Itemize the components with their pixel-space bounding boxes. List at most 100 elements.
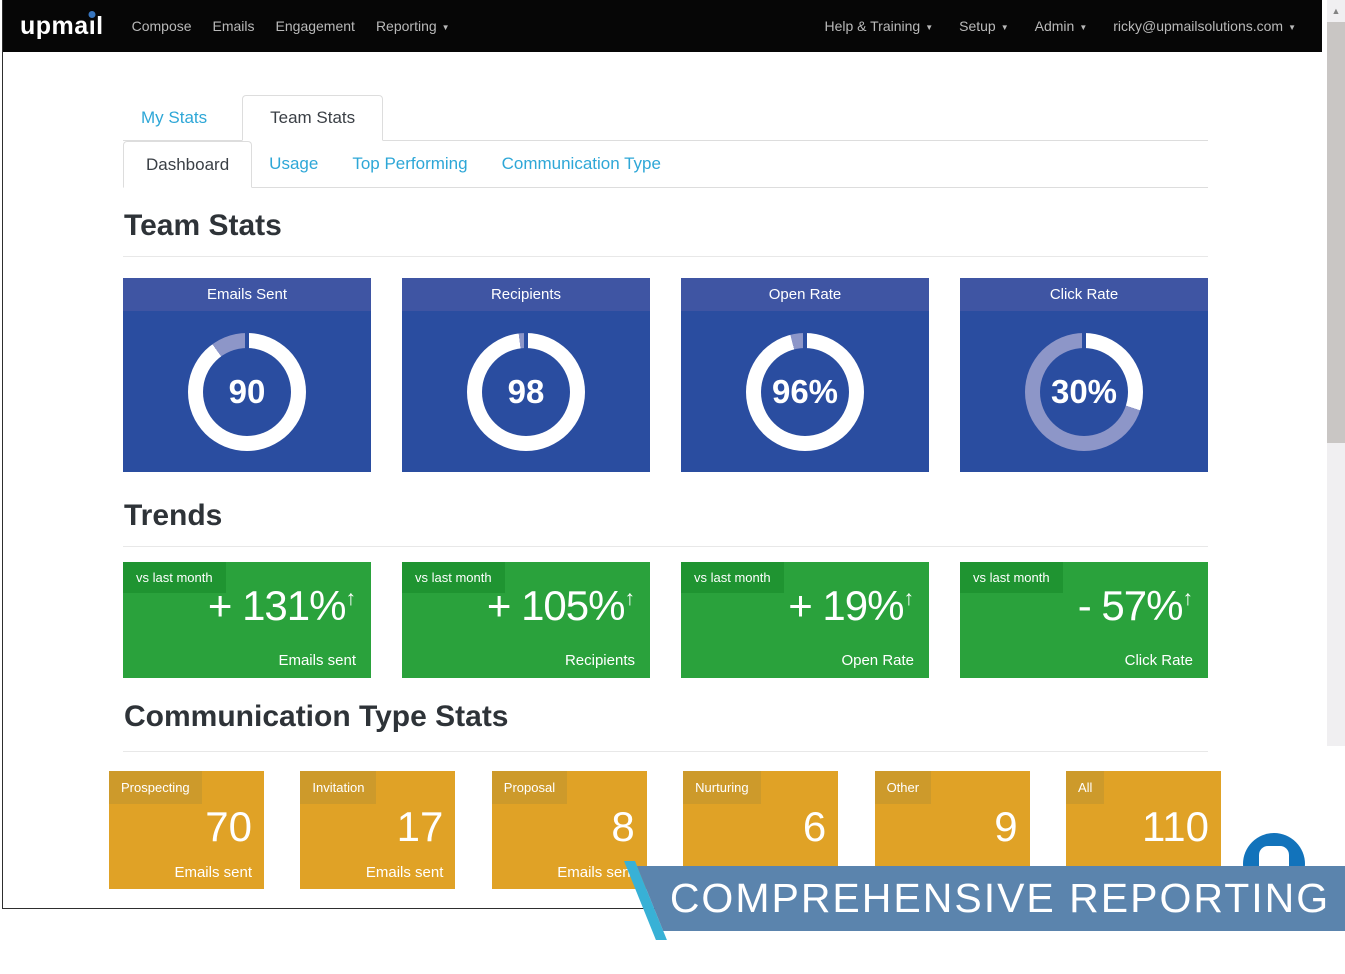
nav-engagement[interactable]: Engagement xyxy=(276,18,355,34)
comm-value: 70 xyxy=(205,803,252,851)
nav-admin-label: Admin xyxy=(1035,18,1075,34)
comm-caption: Emails sent xyxy=(174,864,252,881)
caret-down-icon: ▼ xyxy=(442,23,450,32)
donut-wrap: 30% xyxy=(960,311,1208,472)
caret-down-icon: ▼ xyxy=(1001,23,1009,32)
up-arrow-icon: ↑ xyxy=(346,587,357,610)
stat-card-emails-sent: Emails Sent 90 xyxy=(123,278,371,472)
comm-chip: Invitation xyxy=(300,771,376,804)
app-window: upmaıl Compose Emails Engagement Reporti… xyxy=(2,0,1322,909)
trend-value: + 19%↑ xyxy=(788,582,914,630)
scrollbar-up-arrow-icon[interactable]: ▲ xyxy=(1327,3,1345,19)
donut-wrap: 90 xyxy=(123,311,371,472)
stat-value: 90 xyxy=(188,333,306,451)
primary-tabs: My Stats Team Stats xyxy=(123,95,1208,141)
divider xyxy=(123,546,1208,547)
comm-card-prospecting: Prospecting 70 Emails sent xyxy=(109,771,264,889)
donut-chart: 90 xyxy=(188,333,306,451)
comm-chip: Nurturing xyxy=(683,771,760,804)
donut-chart: 98 xyxy=(467,333,585,451)
trend-value: - 57%↑ xyxy=(1078,582,1193,630)
donut-wrap: 96% xyxy=(681,311,929,472)
trend-label: Emails sent xyxy=(278,652,356,669)
nav-admin[interactable]: Admin ▼ xyxy=(1035,18,1088,34)
nav-compose[interactable]: Compose xyxy=(132,18,192,34)
comm-value: 17 xyxy=(397,803,444,851)
trend-number: + 131% xyxy=(208,582,346,629)
caret-down-icon: ▼ xyxy=(925,23,933,32)
comm-value: 110 xyxy=(1142,803,1209,851)
nav-user-email-label: ricky@upmailsolutions.com xyxy=(1113,18,1283,34)
page-content: My Stats Team Stats Dashboard Usage Top … xyxy=(4,52,1322,907)
trend-chip: vs last month xyxy=(681,562,784,593)
nav-reporting-label: Reporting xyxy=(376,18,437,34)
upmail-logo[interactable]: upmaıl xyxy=(20,12,104,41)
trend-card-click-rate: vs last month - 57%↑ Click Rate xyxy=(960,562,1208,678)
stat-value: 96% xyxy=(746,333,864,451)
trend-value: + 131%↑ xyxy=(208,582,356,630)
stat-card-title: Open Rate xyxy=(681,278,929,311)
tab-team-stats[interactable]: Team Stats xyxy=(242,95,383,141)
tab-my-stats[interactable]: My Stats xyxy=(141,95,207,140)
trend-number: - 57% xyxy=(1078,582,1183,629)
stat-card-title: Click Rate xyxy=(960,278,1208,311)
nav-emails[interactable]: Emails xyxy=(213,18,255,34)
scrollbar-thumb[interactable] xyxy=(1327,22,1345,443)
top-navbar: upmaıl Compose Emails Engagement Reporti… xyxy=(3,0,1322,52)
caret-down-icon: ▼ xyxy=(1079,23,1087,32)
trend-card-emails-sent: vs last month + 131%↑ Emails sent xyxy=(123,562,371,678)
secondary-tabs: Dashboard Usage Top Performing Communica… xyxy=(123,141,1208,188)
navbar-right-group: Help & Training ▼ Setup ▼ Admin ▼ ricky@upm… xyxy=(824,18,1322,34)
caret-down-icon: ▼ xyxy=(1288,23,1296,32)
divider xyxy=(123,256,1208,257)
team-stats-heading: Team Stats xyxy=(124,209,282,243)
trend-label: Click Rate xyxy=(1125,652,1193,669)
trend-number: + 105% xyxy=(487,582,625,629)
trend-card-open-rate: vs last month + 19%↑ Open Rate xyxy=(681,562,929,678)
stat-card-click-rate: Click Rate 30% xyxy=(960,278,1208,472)
stat-value: 98 xyxy=(467,333,585,451)
trends-heading: Trends xyxy=(124,499,222,533)
nav-help-training[interactable]: Help & Training ▼ xyxy=(824,18,933,34)
trend-chip: vs last month xyxy=(960,562,1063,593)
team-stats-cards: Emails Sent 90 Recipients 98 xyxy=(123,278,1208,472)
comm-value: 9 xyxy=(994,803,1017,851)
tab-usage[interactable]: Usage xyxy=(269,141,318,187)
tab-dashboard[interactable]: Dashboard xyxy=(123,141,252,188)
stat-card-open-rate: Open Rate 96% xyxy=(681,278,929,472)
comm-chip: Proposal xyxy=(492,771,567,804)
comm-value: 6 xyxy=(803,803,826,851)
trend-number: + 19% xyxy=(788,582,903,629)
trend-label: Open Rate xyxy=(841,652,914,669)
stat-value: 30% xyxy=(1025,333,1143,451)
trend-card-recipients: vs last month + 105%↑ Recipients xyxy=(402,562,650,678)
tab-communication-type[interactable]: Communication Type xyxy=(502,141,661,187)
trends-cards: vs last month + 131%↑ Emails sent vs las… xyxy=(123,562,1208,678)
nav-help-training-label: Help & Training xyxy=(824,18,920,34)
comm-caption: Emails sent xyxy=(557,864,635,881)
donut-chart: 96% xyxy=(746,333,864,451)
stat-card-recipients: Recipients 98 xyxy=(402,278,650,472)
comm-card-proposal: Proposal 8 Emails sent xyxy=(492,771,647,889)
nav-setup-label: Setup xyxy=(959,18,996,34)
stat-card-title: Recipients xyxy=(402,278,650,311)
up-arrow-icon: ↑ xyxy=(1183,587,1194,610)
comm-card-invitation: Invitation 17 Emails sent xyxy=(300,771,455,889)
donut-wrap: 98 xyxy=(402,311,650,472)
tab-top-performing[interactable]: Top Performing xyxy=(352,141,467,187)
comm-chip: Other xyxy=(875,771,932,804)
nav-user-account[interactable]: ricky@upmailsolutions.com ▼ xyxy=(1113,18,1296,34)
stat-card-title: Emails Sent xyxy=(123,278,371,311)
trend-label: Recipients xyxy=(565,652,635,669)
communication-type-stats-heading: Communication Type Stats xyxy=(124,700,509,734)
comm-caption: Emails sent xyxy=(366,864,444,881)
banner-title: COMPREHENSIVE REPORTING xyxy=(655,866,1345,931)
nav-reporting[interactable]: Reporting ▼ xyxy=(376,18,450,34)
donut-chart: 30% xyxy=(1025,333,1143,451)
nav-setup[interactable]: Setup ▼ xyxy=(959,18,1009,34)
up-arrow-icon: ↑ xyxy=(625,587,636,610)
divider xyxy=(123,751,1208,752)
comm-chip: Prospecting xyxy=(109,771,202,804)
logo-blue-dot-icon xyxy=(89,11,96,18)
comm-value: 8 xyxy=(611,803,634,851)
